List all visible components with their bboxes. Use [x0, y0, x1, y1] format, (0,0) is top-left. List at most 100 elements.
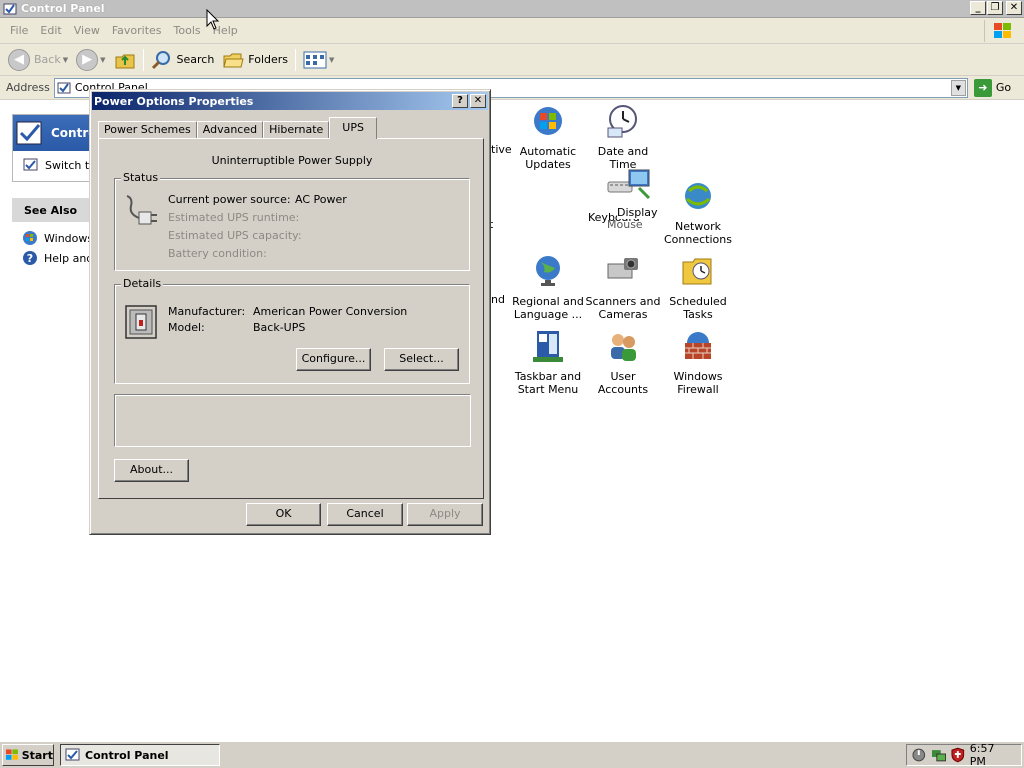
menu-view[interactable]: View [68, 24, 106, 37]
power-tray-icon[interactable] [911, 747, 927, 763]
svg-text:?: ? [27, 252, 33, 265]
forward-dropdown-icon[interactable]: ▼ [100, 56, 105, 64]
capacity-label: Estimated UPS capacity: [168, 229, 302, 242]
tab-advanced[interactable]: Advanced [196, 121, 264, 139]
minimize-button[interactable]: _ [970, 1, 986, 15]
switch-view-icon [23, 158, 38, 171]
ups-info-box [114, 394, 471, 447]
search-button[interactable]: Search [147, 46, 219, 74]
status-legend: Status [121, 171, 161, 184]
current-source-value: AC Power [295, 193, 347, 206]
automatic-updates-label: Automatic Updates [519, 145, 577, 171]
forward-button[interactable]: ▶ ▼ [72, 46, 109, 74]
security-shield-icon[interactable] [950, 747, 966, 763]
go-button[interactable]: ➜ Go [973, 78, 1012, 97]
about-button[interactable]: About... [114, 459, 189, 482]
search-icon [151, 50, 170, 69]
windows-update-icon [23, 231, 37, 245]
control-panel-small-icon [65, 748, 80, 761]
mouse-label: Mouse [607, 218, 643, 231]
toolbar-separator [142, 48, 144, 71]
restore-button[interactable]: ❐ [987, 1, 1003, 15]
control-panel-icon [3, 3, 17, 14]
folder-up-icon [115, 54, 134, 68]
network-tray-icon[interactable] [931, 747, 947, 763]
tab-hibernate[interactable]: Hibernate [263, 121, 330, 139]
clock[interactable]: 6:57 PM [970, 742, 1013, 768]
scanners-cameras-item[interactable]: Scanners and Cameras [585, 254, 661, 321]
scheduled-tasks-icon [682, 258, 712, 285]
folders-button[interactable]: Folders [218, 46, 292, 74]
back-dropdown-icon[interactable]: ▼ [63, 56, 68, 64]
power-plug-icon [126, 195, 157, 225]
user-accounts-item[interactable]: User Accounts [585, 329, 661, 396]
regional-language-item[interactable]: Regional and Language ... [510, 254, 586, 321]
user-accounts-label: User Accounts [597, 370, 649, 396]
start-label: Start [21, 748, 53, 762]
taskbar-icon [533, 331, 563, 362]
views-button[interactable]: ▼ [299, 46, 338, 74]
see-also-help-label: Help and [44, 251, 94, 265]
ok-button[interactable]: OK [246, 503, 321, 526]
dialog-titlebar[interactable]: Power Options Properties ? ✕ [92, 92, 488, 110]
dialog-help-button[interactable]: ? [452, 94, 468, 108]
network-icon [685, 183, 711, 209]
window-titlebar[interactable]: Control Panel _ ❐ ✕ [0, 0, 1024, 18]
status-group: Status Current power source: AC Power Es… [114, 171, 470, 271]
address-label: Address [6, 81, 50, 94]
network-connections-item[interactable]: Network Connections [660, 179, 736, 246]
back-arrow-icon: ◀ [8, 48, 30, 71]
runtime-label: Estimated UPS runtime: [168, 211, 300, 224]
go-arrow-icon: ➜ [973, 78, 992, 97]
help-icon: ? [23, 251, 37, 265]
views-dropdown-icon[interactable]: ▼ [329, 56, 334, 64]
dialog-close-button[interactable]: ✕ [470, 94, 486, 108]
cancel-button[interactable]: Cancel [327, 503, 403, 526]
back-button[interactable]: ◀ Back ▼ [4, 46, 72, 74]
up-button[interactable] [110, 46, 140, 74]
model-value: Back-UPS [253, 321, 306, 334]
network-connections-label: Network Connections [664, 220, 732, 246]
menu-tools[interactable]: Tools [168, 24, 207, 37]
ups-tab-panel: Uninterruptible Power Supply Status Curr… [98, 138, 484, 499]
globe-icon [536, 256, 560, 286]
views-icon [303, 51, 327, 68]
apply-button[interactable]: Apply [407, 503, 483, 526]
control-panel-small-icon [57, 82, 71, 93]
tab-power-schemes[interactable]: Power Schemes [98, 121, 197, 139]
date-time-item[interactable]: Date and Time [585, 104, 661, 171]
dialog-tabs: Power Schemes Advanced Hibernate UPS [98, 117, 377, 139]
regional-language-label: Regional and Language ... [512, 295, 584, 321]
select-button[interactable]: Select... [384, 348, 459, 371]
address-dropdown-icon[interactable]: ▼ [950, 79, 966, 96]
scheduled-tasks-item[interactable]: Scheduled Tasks [660, 254, 736, 321]
firewall-icon [685, 332, 711, 359]
configure-button[interactable]: Configure... [296, 348, 371, 371]
forward-arrow-icon: ▶ [76, 48, 99, 71]
toolbar-separator [295, 48, 297, 71]
scanner-icon [607, 258, 638, 279]
menu-favorites[interactable]: Favorites [106, 24, 168, 37]
windows-firewall-label: Windows Firewall [673, 370, 723, 396]
close-button[interactable]: ✕ [1006, 1, 1022, 15]
taskbar-control-panel-button[interactable]: Control Panel [60, 744, 220, 766]
search-label: Search [176, 53, 215, 66]
power-options-dialog: Power Options Properties ? ✕ Power Schem… [89, 89, 491, 535]
menu-bar: File Edit View Favorites Tools Help [0, 18, 1024, 44]
details-group: Details Manufacturer: American Power Con… [114, 277, 470, 384]
menu-edit[interactable]: Edit [34, 24, 67, 37]
ups-heading: Uninterruptible Power Supply [211, 154, 373, 167]
windows-firewall-item[interactable]: Windows Firewall [660, 329, 736, 396]
dialog-title: Power Options Properties [94, 94, 254, 108]
go-label: Go [995, 81, 1012, 94]
display-icon [628, 169, 651, 200]
partial-label: tive [491, 143, 512, 156]
partial-label: nd [491, 293, 505, 306]
folders-label: Folders [248, 53, 289, 66]
start-button[interactable]: Start [2, 744, 54, 766]
ups-device-icon [125, 305, 157, 339]
menu-file[interactable]: File [4, 24, 34, 37]
automatic-updates-item[interactable]: Automatic Updates [510, 104, 586, 171]
taskbar-start-menu-item[interactable]: Taskbar and Start Menu [510, 329, 586, 396]
tab-ups[interactable]: UPS [329, 117, 377, 139]
